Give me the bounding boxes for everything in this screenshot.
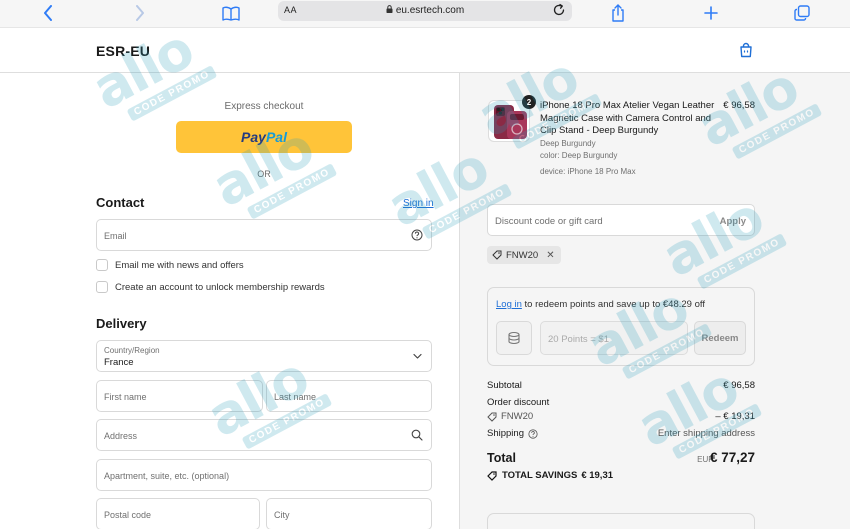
total-label: Total bbox=[487, 451, 516, 465]
new-tab-icon[interactable] bbox=[701, 3, 721, 23]
country-select[interactable]: Country/Region France bbox=[96, 340, 432, 372]
discount-value: – € 19,31 bbox=[715, 411, 755, 422]
account-checkbox-label: Create an account to unlock membership r… bbox=[115, 281, 325, 293]
discount-placeholder: Discount code or gift card bbox=[495, 216, 603, 227]
shopping-bag-icon[interactable] bbox=[738, 42, 754, 58]
applied-code-chip: FNW20 ✕ bbox=[487, 246, 561, 264]
store-header: ESR-EU bbox=[0, 29, 850, 73]
redeem-button[interactable]: Redeem bbox=[694, 321, 746, 355]
postal-code-placeholder: Postal code bbox=[104, 510, 152, 520]
city-field[interactable]: City bbox=[266, 498, 432, 529]
paypal-button[interactable]: Pay Pal bbox=[176, 121, 352, 153]
account-checkbox-row[interactable]: Create an account to unlock membership r… bbox=[96, 280, 325, 294]
points-placeholder: 20 Points = $1 bbox=[548, 334, 610, 345]
product-price: € 96,58 bbox=[723, 100, 755, 111]
express-checkout-label: Express checkout bbox=[224, 101, 304, 112]
apartment-field[interactable]: Apartment, suite, etc. (optional) bbox=[96, 459, 432, 491]
country-label: Country/Region bbox=[104, 346, 160, 355]
share-icon[interactable] bbox=[608, 3, 628, 23]
or-divider: OR bbox=[257, 169, 271, 179]
checkout-form: Express checkout Pay Pal OR Contact Sign … bbox=[0, 73, 459, 529]
help-icon[interactable] bbox=[528, 428, 538, 439]
points-input[interactable]: 20 Points = $1 bbox=[540, 321, 688, 355]
last-name-placeholder: Last name bbox=[274, 392, 317, 402]
total-savings-row: TOTAL SAVINGS € 19,31 bbox=[487, 470, 613, 481]
shipping-value: Enter shipping address bbox=[657, 428, 755, 439]
quantity-badge: 2 bbox=[522, 95, 536, 109]
savings-label: TOTAL SAVINGS bbox=[502, 470, 578, 481]
subtotal-value: € 96,58 bbox=[723, 380, 755, 391]
address-bar[interactable]: AA eu.esrtech.com bbox=[278, 1, 572, 21]
paypal-logo-pal: Pal bbox=[265, 129, 287, 145]
points-message: Log in to redeem points and save up to €… bbox=[496, 299, 705, 310]
order-discount-label: Order discount bbox=[487, 397, 550, 408]
brand-logo[interactable]: ESR-EU bbox=[96, 43, 150, 59]
discount-code-text: FNW20 bbox=[501, 411, 534, 422]
email-placeholder: Email bbox=[104, 231, 127, 241]
product-thumbnail: 2 bbox=[488, 95, 536, 142]
reload-icon[interactable] bbox=[552, 3, 566, 17]
news-checkbox-row[interactable]: Email me with news and offers bbox=[96, 258, 244, 272]
address-field[interactable]: Address bbox=[96, 419, 432, 451]
back-icon[interactable] bbox=[40, 3, 56, 23]
order-summary: 2 iPhone 18 Pro Max Atelier Vegan Leathe… bbox=[459, 73, 850, 529]
postal-code-field[interactable]: Postal code bbox=[96, 498, 260, 529]
country-value: France bbox=[104, 357, 134, 368]
sign-in-link[interactable]: Sign in bbox=[403, 198, 434, 209]
total-value: € 77,27 bbox=[709, 450, 755, 465]
forward-icon[interactable] bbox=[132, 3, 148, 23]
first-name-placeholder: First name bbox=[104, 392, 147, 402]
search-icon[interactable] bbox=[411, 429, 423, 441]
bookmarks-icon[interactable] bbox=[221, 3, 241, 23]
news-checkbox-label: Email me with news and offers bbox=[115, 259, 244, 271]
coins-icon bbox=[496, 321, 532, 355]
chevron-down-icon bbox=[413, 353, 422, 359]
lock-icon bbox=[386, 5, 393, 13]
delivery-title: Delivery bbox=[96, 316, 147, 331]
apartment-placeholder: Apartment, suite, etc. (optional) bbox=[104, 471, 230, 481]
first-name-field[interactable]: First name bbox=[96, 380, 263, 412]
tag-icon bbox=[492, 250, 502, 260]
partial-card bbox=[487, 513, 755, 529]
applied-code-text: FNW20 bbox=[506, 249, 539, 261]
address-placeholder: Address bbox=[104, 431, 138, 441]
tag-icon bbox=[487, 412, 497, 422]
points-login-link[interactable]: Log in bbox=[496, 299, 522, 310]
email-field[interactable]: Email bbox=[96, 219, 432, 251]
points-message-text: to redeem points and save up to €48.29 o… bbox=[521, 299, 705, 310]
product-title: iPhone 18 Pro Max Atelier Vegan Leather … bbox=[540, 100, 715, 136]
shipping-row: Shipping bbox=[487, 428, 538, 439]
city-placeholder: City bbox=[274, 510, 290, 520]
points-box: Log in to redeem points and save up to €… bbox=[487, 287, 755, 366]
product-color: color: Deep Burgundy bbox=[540, 151, 618, 160]
browser-toolbar: AA eu.esrtech.com bbox=[0, 0, 850, 28]
savings-value: € 19,31 bbox=[581, 470, 614, 481]
remove-code-icon[interactable]: ✕ bbox=[546, 250, 554, 261]
discount-code-row: FNW20 bbox=[487, 411, 533, 422]
news-checkbox[interactable] bbox=[96, 259, 108, 271]
apply-button[interactable]: Apply bbox=[720, 216, 746, 227]
help-icon[interactable] bbox=[411, 229, 423, 241]
last-name-field[interactable]: Last name bbox=[266, 380, 432, 412]
product-device: device: iPhone 18 Pro Max bbox=[540, 167, 636, 176]
shipping-label: Shipping bbox=[487, 428, 524, 439]
account-checkbox[interactable] bbox=[96, 281, 108, 293]
paypal-logo-pay: Pay bbox=[241, 129, 266, 145]
contact-title: Contact bbox=[96, 195, 145, 210]
subtotal-label: Subtotal bbox=[487, 380, 522, 391]
tabs-overview-icon[interactable] bbox=[792, 3, 812, 23]
tag-icon bbox=[487, 470, 497, 481]
discount-code-field[interactable]: Discount code or gift card Apply bbox=[487, 204, 755, 236]
product-variant: Deep Burgundy bbox=[540, 139, 596, 148]
url-text: eu.esrtech.com bbox=[395, 5, 465, 16]
